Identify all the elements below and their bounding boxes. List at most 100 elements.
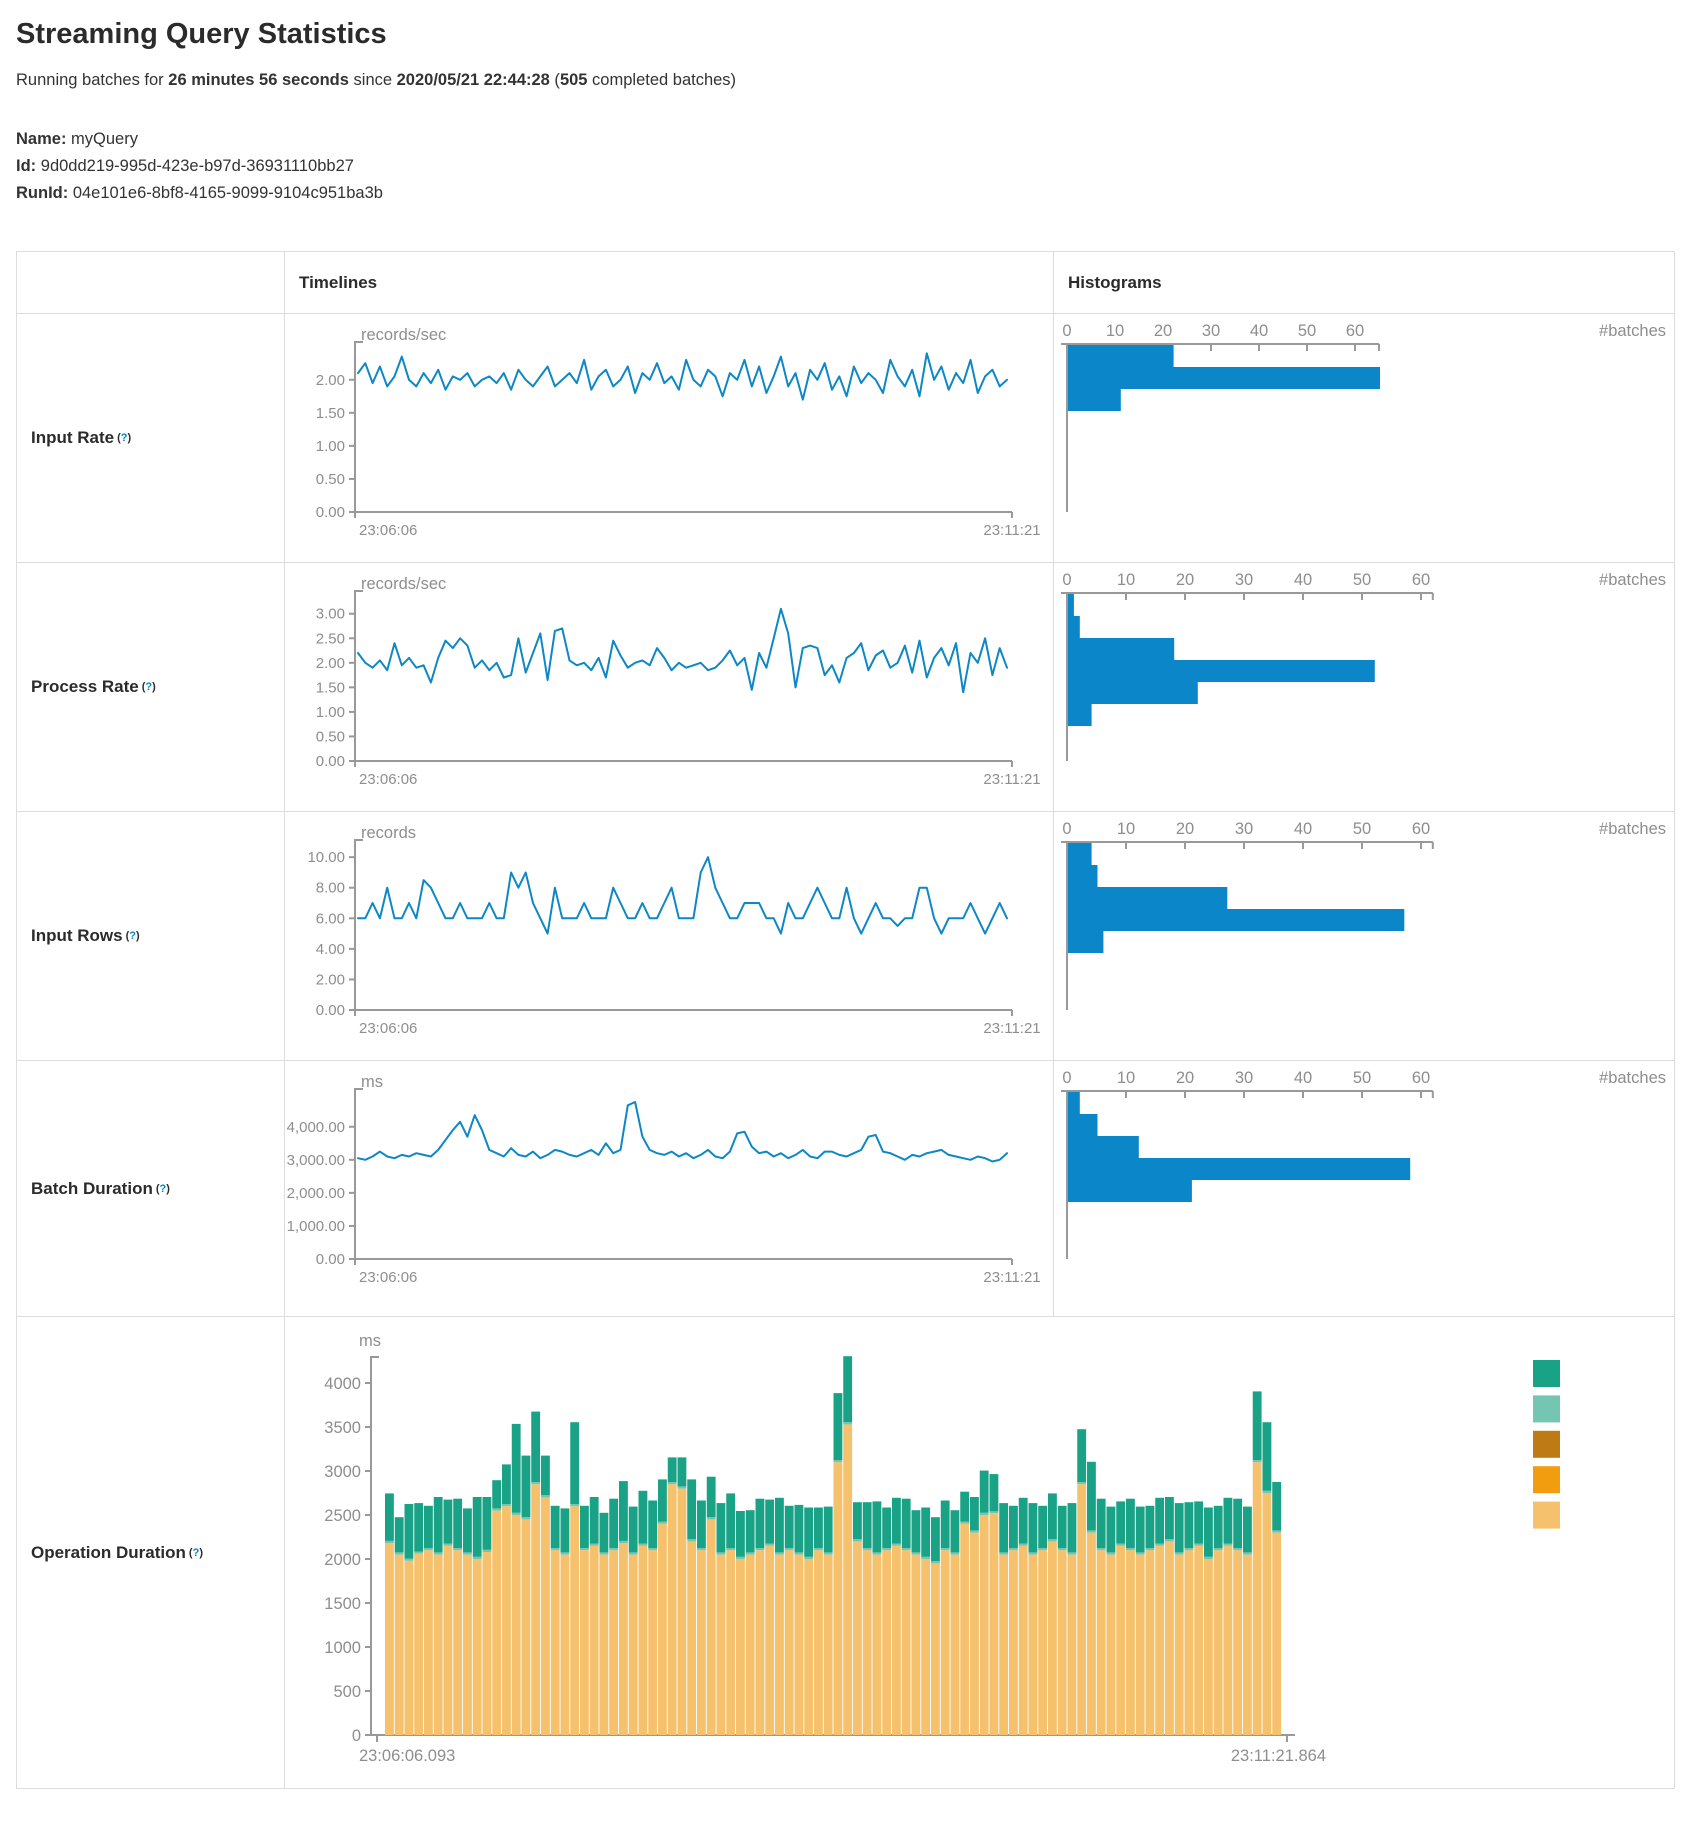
query-runid-value: 04e101e6-8bf8-4165-9099-9104c951ba3b <box>73 184 383 202</box>
help-icon[interactable]: (?) <box>126 930 140 942</box>
operation-duration-stacked-chart: ms0500100015002000250030003500400023:06:… <box>285 1319 1675 1789</box>
svg-text:23:06:06: 23:06:06 <box>359 771 417 788</box>
timelines-column-header: Timelines <box>285 252 1054 314</box>
svg-text:60: 60 <box>1412 1069 1430 1087</box>
svg-text:23:06:06: 23:06:06 <box>359 1269 417 1286</box>
svg-text:1,000.00: 1,000.00 <box>287 1218 345 1235</box>
row-label-process-rate: Process Rate(?) <box>17 563 285 812</box>
svg-text:4000: 4000 <box>324 1375 361 1393</box>
query-id-label: Id: <box>16 157 36 175</box>
query-runid-line: RunId: 04e101e6-8bf8-4165-9099-9104c951b… <box>16 180 1686 207</box>
svg-text:50: 50 <box>1298 322 1316 340</box>
input-rows-timeline-chart: records0.002.004.006.008.0010.0023:06:06… <box>285 814 1047 1060</box>
svg-text:50: 50 <box>1353 820 1371 838</box>
svg-text:records/sec: records/sec <box>361 575 446 593</box>
help-icon[interactable]: (?) <box>156 1183 170 1195</box>
svg-text:records: records <box>361 824 416 842</box>
svg-text:records/sec: records/sec <box>361 326 446 344</box>
help-icon[interactable]: (?) <box>189 1547 203 1559</box>
svg-text:20: 20 <box>1176 571 1194 589</box>
svg-text:60: 60 <box>1412 820 1430 838</box>
input-rows-timeline-cell: records0.002.004.006.008.0010.0023:06:06… <box>285 812 1054 1061</box>
batch-duration-histogram-chart: #batches0102030405060 <box>1054 1063 1674 1293</box>
svg-text:23:06:06: 23:06:06 <box>359 1020 417 1037</box>
svg-text:#batches: #batches <box>1599 322 1666 340</box>
query-name-value: myQuery <box>71 130 138 148</box>
operation-duration-chart-cell: ms0500100015002000250030003500400023:06:… <box>285 1317 1675 1789</box>
svg-text:23:06:06.093: 23:06:06.093 <box>359 1747 455 1765</box>
svg-text:40: 40 <box>1294 571 1312 589</box>
input-rate-histogram-chart: #batches0102030405060 <box>1054 316 1674 546</box>
query-runid-label: RunId: <box>16 184 68 202</box>
svg-text:2.00: 2.00 <box>316 971 345 988</box>
legend-swatch <box>1533 1466 1560 1493</box>
svg-text:40: 40 <box>1294 820 1312 838</box>
statistics-table: Timelines Histograms Input Rate(?) recor… <box>16 251 1675 1789</box>
svg-text:2.00: 2.00 <box>316 372 345 389</box>
svg-text:3500: 3500 <box>324 1419 361 1437</box>
svg-text:1.50: 1.50 <box>316 405 345 422</box>
svg-text:23:11:21: 23:11:21 <box>983 771 1040 788</box>
batch-duration-histogram-cell: #batches0102030405060 <box>1054 1061 1675 1317</box>
svg-text:10: 10 <box>1117 571 1135 589</box>
row-label-operation-duration: Operation Duration(?) <box>17 1317 285 1789</box>
svg-text:0: 0 <box>1062 571 1071 589</box>
svg-text:4.00: 4.00 <box>316 941 345 958</box>
svg-text:#batches: #batches <box>1599 820 1666 838</box>
svg-text:0.50: 0.50 <box>316 471 345 488</box>
running-batches-summary: Running batches for 26 minutes 56 second… <box>16 71 1686 90</box>
input-rate-timeline-chart: records/sec0.000.501.001.502.0023:06:062… <box>285 316 1047 562</box>
svg-text:50: 50 <box>1353 1069 1371 1087</box>
svg-text:0.00: 0.00 <box>316 1251 345 1268</box>
process-rate-timeline-cell: records/sec0.000.501.001.502.002.503.002… <box>285 563 1054 812</box>
query-id-value: 9d0dd219-995d-423e-b97d-36931110bb27 <box>41 157 354 175</box>
batch-duration-timeline-chart: ms0.001,000.002,000.003,000.004,000.0023… <box>285 1063 1047 1309</box>
svg-text:30: 30 <box>1235 820 1253 838</box>
svg-text:10: 10 <box>1117 1069 1135 1087</box>
svg-text:2.00: 2.00 <box>316 655 345 672</box>
legend-swatch <box>1533 1502 1560 1529</box>
summary-paren: ( <box>550 71 560 89</box>
query-name-line: Name: myQuery <box>16 126 1686 153</box>
svg-text:2.50: 2.50 <box>316 630 345 647</box>
svg-text:3,000.00: 3,000.00 <box>287 1152 345 1169</box>
legend-swatch <box>1533 1431 1560 1458</box>
help-icon[interactable]: (?) <box>117 432 131 444</box>
page-title: Streaming Query Statistics <box>16 18 1686 51</box>
svg-text:1.00: 1.00 <box>316 438 345 455</box>
process-rate-histogram-cell: #batches0102030405060 <box>1054 563 1675 812</box>
help-icon[interactable]: (?) <box>142 681 156 693</box>
svg-text:30: 30 <box>1235 1069 1253 1087</box>
streaming-query-statistics-page: Streaming Query Statistics Running batch… <box>0 18 1686 1789</box>
row-label-input-rate: Input Rate(?) <box>17 314 285 563</box>
batch-duration-timeline-cell: ms0.001,000.002,000.003,000.004,000.0023… <box>285 1061 1054 1317</box>
input-rows-histogram-cell: #batches0102030405060 <box>1054 812 1675 1061</box>
svg-text:0: 0 <box>1062 322 1071 340</box>
svg-text:2000: 2000 <box>324 1551 361 1569</box>
svg-text:40: 40 <box>1250 322 1268 340</box>
svg-text:6.00: 6.00 <box>316 910 345 927</box>
summary-suffix: completed batches) <box>587 71 736 89</box>
svg-text:20: 20 <box>1154 322 1172 340</box>
svg-text:#batches: #batches <box>1599 571 1666 589</box>
svg-text:1000: 1000 <box>324 1639 361 1657</box>
svg-text:0: 0 <box>1062 1069 1071 1087</box>
legend-swatch <box>1533 1395 1560 1422</box>
svg-text:1.00: 1.00 <box>316 704 345 721</box>
svg-text:1.50: 1.50 <box>316 679 345 696</box>
query-metadata: Name: myQuery Id: 9d0dd219-995d-423e-b97… <box>16 126 1686 207</box>
svg-text:1500: 1500 <box>324 1595 361 1613</box>
summary-mid: since <box>349 71 397 89</box>
svg-text:3000: 3000 <box>324 1463 361 1481</box>
svg-text:0: 0 <box>1062 820 1071 838</box>
svg-text:20: 20 <box>1176 820 1194 838</box>
summary-duration: 26 minutes 56 seconds <box>168 71 349 89</box>
svg-text:0.00: 0.00 <box>316 753 345 770</box>
svg-text:4,000.00: 4,000.00 <box>287 1119 345 1136</box>
svg-text:60: 60 <box>1412 571 1430 589</box>
process-rate-histogram-chart: #batches0102030405060 <box>1054 565 1674 795</box>
svg-text:2,000.00: 2,000.00 <box>287 1185 345 1202</box>
svg-text:#batches: #batches <box>1599 1069 1666 1087</box>
svg-text:ms: ms <box>359 1332 381 1350</box>
svg-text:23:11:21.864: 23:11:21.864 <box>1231 1747 1326 1765</box>
